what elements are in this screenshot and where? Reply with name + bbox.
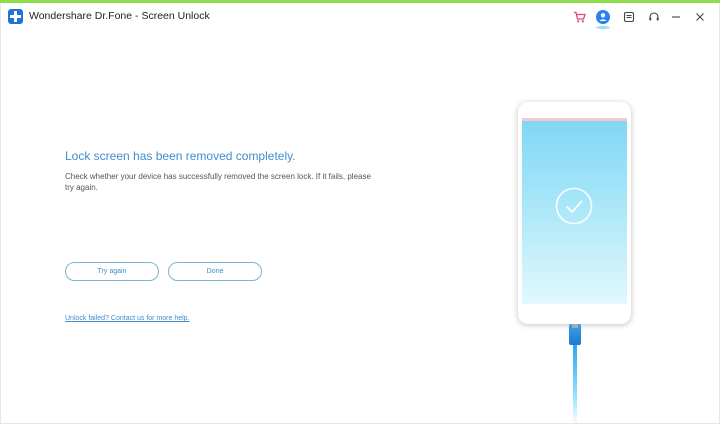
dr-fone-logo-icon xyxy=(8,9,23,24)
try-again-button[interactable]: Try again xyxy=(65,262,159,281)
feedback-icon[interactable] xyxy=(620,8,638,26)
cart-icon[interactable] xyxy=(570,8,588,26)
usb-cable xyxy=(573,345,577,425)
status-heading: Lock screen has been removed completely. xyxy=(65,149,296,163)
close-icon[interactable] xyxy=(691,8,709,26)
done-button[interactable]: Done xyxy=(168,262,262,281)
window-title: Wondershare Dr.Fone - Screen Unlock xyxy=(29,10,210,22)
support-headset-icon[interactable] xyxy=(645,8,663,26)
contact-help-link[interactable]: Unlock failed? Contact us for more help. xyxy=(65,315,190,322)
phone-screen-stripe xyxy=(522,118,627,121)
phone-illustration xyxy=(518,102,631,324)
phone-screen xyxy=(522,118,627,304)
title-bar[interactable]: Wondershare Dr.Fone - Screen Unlock xyxy=(0,3,720,29)
account-glow xyxy=(596,26,610,29)
account-icon[interactable] xyxy=(594,8,612,26)
status-description: Check whether your device has successful… xyxy=(65,172,371,192)
usb-connector-icon xyxy=(569,324,581,345)
check-circle-icon xyxy=(555,187,593,225)
minimize-icon[interactable] xyxy=(667,8,685,26)
